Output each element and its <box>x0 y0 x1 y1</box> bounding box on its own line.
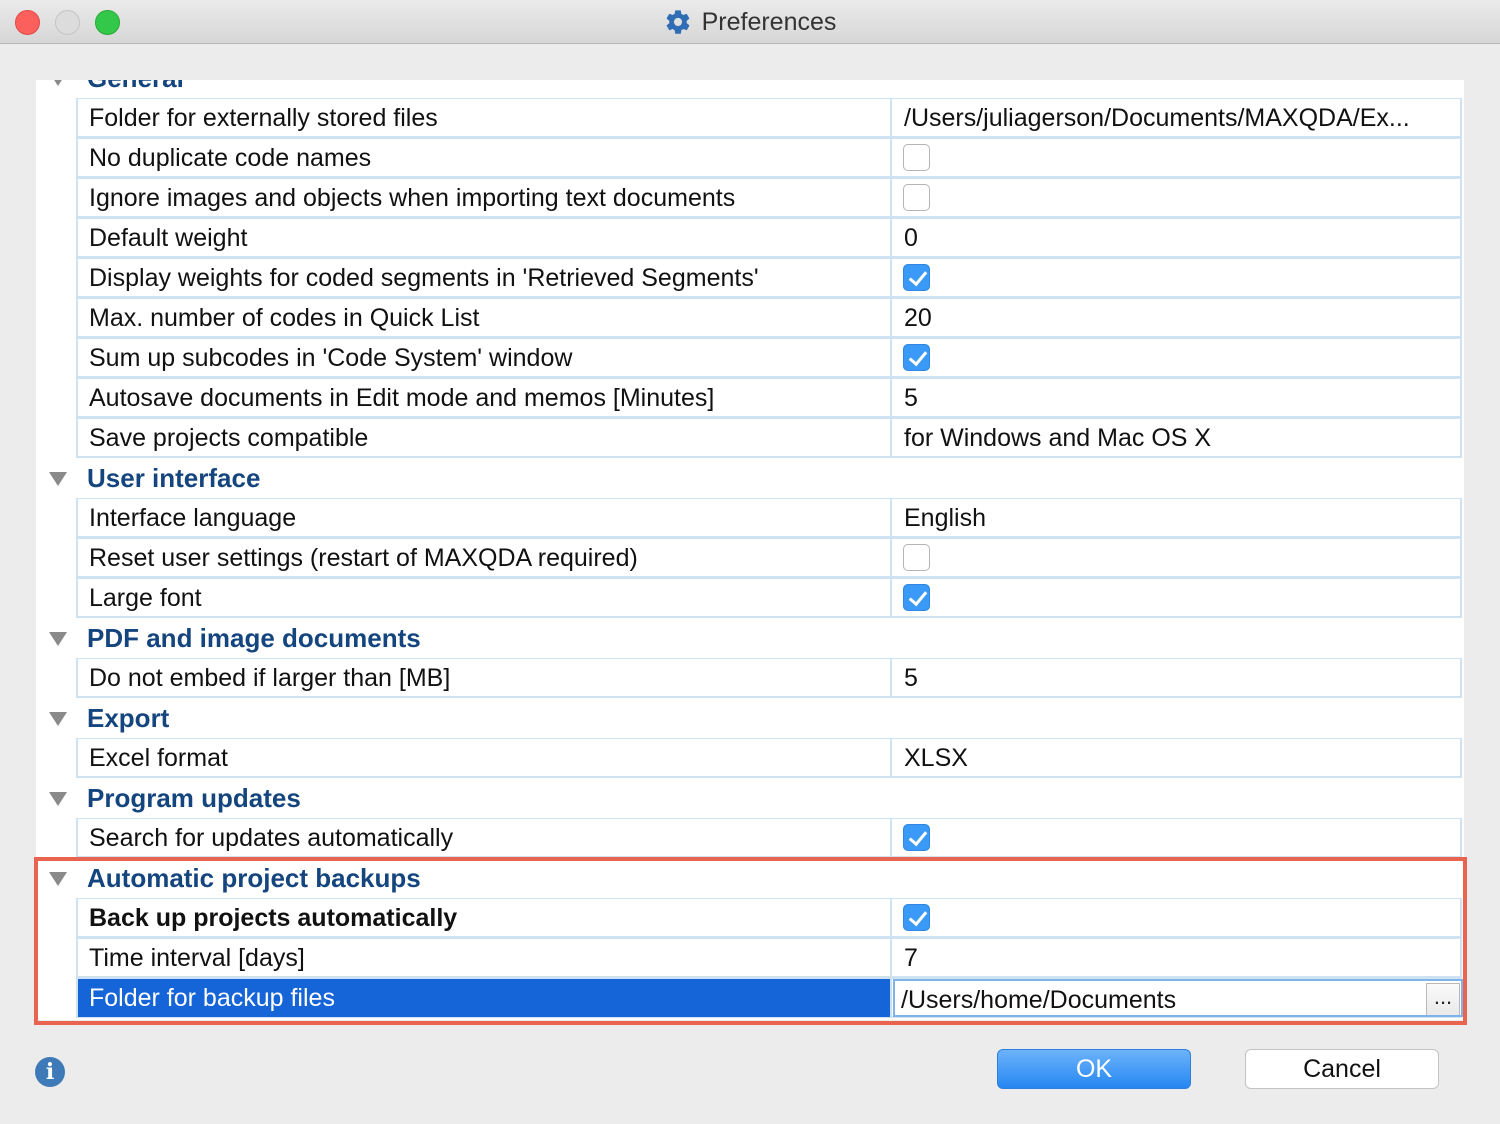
default-weight-value[interactable]: 0 <box>893 219 1463 257</box>
setting-label: Ignore images and objects when importing… <box>78 179 892 217</box>
interface-language-value[interactable]: English <box>893 499 1463 537</box>
cancel-button[interactable]: Cancel <box>1245 1049 1439 1089</box>
backup-automatically-checkbox[interactable] <box>903 904 930 931</box>
setting-label: Search for updates automatically <box>78 819 892 857</box>
group-export[interactable]: Export <box>36 698 1464 738</box>
setting-label: Excel format <box>78 739 892 777</box>
info-icon[interactable]: i <box>35 1057 65 1087</box>
group-heading: Automatic project backups <box>87 863 421 893</box>
setting-label: Sum up subcodes in 'Code System' window <box>78 339 892 377</box>
browse-folder-button[interactable]: ... <box>1426 983 1460 1015</box>
collapse-triangle-icon[interactable] <box>49 80 67 86</box>
setting-row-interface-language[interactable]: Interface language English <box>76 498 1462 538</box>
reset-settings-checkbox[interactable] <box>903 544 930 571</box>
gear-icon <box>666 10 689 34</box>
autosave-value[interactable]: 5 <box>893 379 1463 417</box>
group-heading: PDF and image documents <box>87 623 421 653</box>
sum-subcodes-checkbox[interactable] <box>903 344 930 371</box>
setting-label: Display weights for coded segments in 'R… <box>78 259 892 297</box>
setting-label: Reset user settings (restart of MAXQDA r… <box>78 539 892 577</box>
collapse-triangle-icon[interactable] <box>49 632 67 646</box>
setting-row-embed-limit[interactable]: Do not embed if larger than [MB] 5 <box>76 658 1462 698</box>
time-interval-value[interactable]: 7 <box>893 939 1463 977</box>
setting-label: Interface language <box>78 499 892 537</box>
setting-row-no-duplicate-codes[interactable]: No duplicate code names <box>76 138 1462 178</box>
max-codes-value[interactable]: 20 <box>893 299 1463 337</box>
backup-folder-path[interactable]: /Users/home/Documents <box>901 986 1176 1014</box>
no-duplicate-codes-checkbox[interactable] <box>903 144 930 171</box>
collapse-triangle-icon[interactable] <box>49 712 67 726</box>
search-updates-checkbox[interactable] <box>903 824 930 851</box>
preferences-panel: General Folder for externally stored fil… <box>36 80 1464 1020</box>
setting-label: No duplicate code names <box>78 139 892 177</box>
setting-row-external-folder[interactable]: Folder for externally stored files /User… <box>76 98 1462 138</box>
setting-label: Large font <box>78 579 892 617</box>
setting-label: Folder for externally stored files <box>78 99 892 137</box>
setting-row-reset-settings[interactable]: Reset user settings (restart of MAXQDA r… <box>76 538 1462 578</box>
setting-label: Folder for backup files <box>78 979 892 1017</box>
group-automatic-backups[interactable]: Automatic project backups <box>36 858 1464 898</box>
setting-row-ignore-images[interactable]: Ignore images and objects when importing… <box>76 178 1462 218</box>
group-heading: General <box>87 80 184 98</box>
window-title: Preferences <box>701 7 837 36</box>
backup-folder-input[interactable]: /Users/home/Documents ... <box>893 979 1463 1017</box>
excel-format-value[interactable]: XLSX <box>893 739 1463 777</box>
setting-row-time-interval[interactable]: Time interval [days] 7 <box>76 938 1462 978</box>
setting-row-autosave[interactable]: Autosave documents in Edit mode and memo… <box>76 378 1462 418</box>
setting-row-search-updates[interactable]: Search for updates automatically <box>76 818 1462 858</box>
setting-row-large-font[interactable]: Large font <box>76 578 1462 618</box>
group-heading: User interface <box>87 463 261 493</box>
save-compatible-value[interactable]: for Windows and Mac OS X <box>893 419 1463 457</box>
setting-row-backup-automatically[interactable]: Back up projects automatically <box>76 898 1462 938</box>
group-user-interface[interactable]: User interface <box>36 458 1464 498</box>
setting-label: Time interval [days] <box>78 939 892 977</box>
title-bar: Preferences <box>0 0 1500 44</box>
setting-label: Default weight <box>78 219 892 257</box>
group-general[interactable]: General <box>36 80 1464 98</box>
setting-label: Save projects compatible <box>78 419 892 457</box>
setting-row-display-weights[interactable]: Display weights for coded segments in 'R… <box>76 258 1462 298</box>
collapse-triangle-icon[interactable] <box>49 872 67 886</box>
external-folder-value[interactable]: /Users/juliagerson/Documents/MAXQDA/Ex..… <box>893 99 1463 137</box>
setting-label: Do not embed if larger than [MB] <box>78 659 892 697</box>
setting-row-default-weight[interactable]: Default weight 0 <box>76 218 1462 258</box>
ok-button[interactable]: OK <box>997 1049 1191 1089</box>
setting-row-backup-folder[interactable]: Folder for backup files /Users/home/Docu… <box>76 978 1463 1018</box>
group-program-updates[interactable]: Program updates <box>36 778 1464 818</box>
setting-row-max-codes[interactable]: Max. number of codes in Quick List 20 <box>76 298 1462 338</box>
display-weights-checkbox[interactable] <box>903 264 930 291</box>
group-pdf-images[interactable]: PDF and image documents <box>36 618 1464 658</box>
setting-row-save-compatible[interactable]: Save projects compatible for Windows and… <box>76 418 1462 458</box>
large-font-checkbox[interactable] <box>903 584 930 611</box>
ignore-images-checkbox[interactable] <box>903 184 930 211</box>
setting-row-sum-subcodes[interactable]: Sum up subcodes in 'Code System' window <box>76 338 1462 378</box>
embed-limit-value[interactable]: 5 <box>893 659 1463 697</box>
group-heading: Export <box>87 703 170 733</box>
setting-label: Autosave documents in Edit mode and memo… <box>78 379 892 417</box>
setting-label: Max. number of codes in Quick List <box>78 299 892 337</box>
window-title-area: Preferences <box>0 0 1500 44</box>
collapse-triangle-icon[interactable] <box>49 792 67 806</box>
collapse-triangle-icon[interactable] <box>49 472 67 486</box>
setting-row-excel-format[interactable]: Excel format XLSX <box>76 738 1462 778</box>
setting-label: Back up projects automatically <box>78 899 892 937</box>
group-heading: Program updates <box>87 783 301 813</box>
